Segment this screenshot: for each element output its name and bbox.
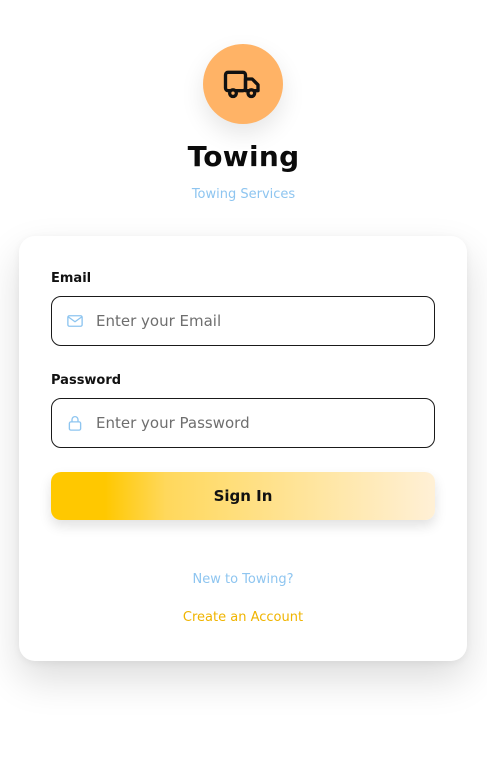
mail-icon <box>66 312 84 330</box>
create-account-link[interactable]: Create an Account <box>19 610 467 625</box>
lock-icon <box>66 414 84 432</box>
sign-in-button[interactable]: Sign In <box>51 472 435 520</box>
login-card: Email Password Sign In New to Towing? C <box>19 236 467 661</box>
app-subtitle: Towing Services <box>191 187 296 202</box>
email-input[interactable] <box>96 306 416 336</box>
login-page: Towing Towing Services Email Password <box>0 0 487 784</box>
brand-logo <box>203 44 283 124</box>
password-label: Password <box>51 373 122 388</box>
email-label: Email <box>51 271 92 286</box>
email-field-box[interactable] <box>51 296 435 346</box>
app-title: Towing <box>187 140 300 173</box>
truck-icon <box>223 70 260 99</box>
new-user-prompt: New to Towing? <box>192 572 294 587</box>
password-input[interactable] <box>96 408 416 438</box>
password-field-box[interactable] <box>51 398 435 448</box>
